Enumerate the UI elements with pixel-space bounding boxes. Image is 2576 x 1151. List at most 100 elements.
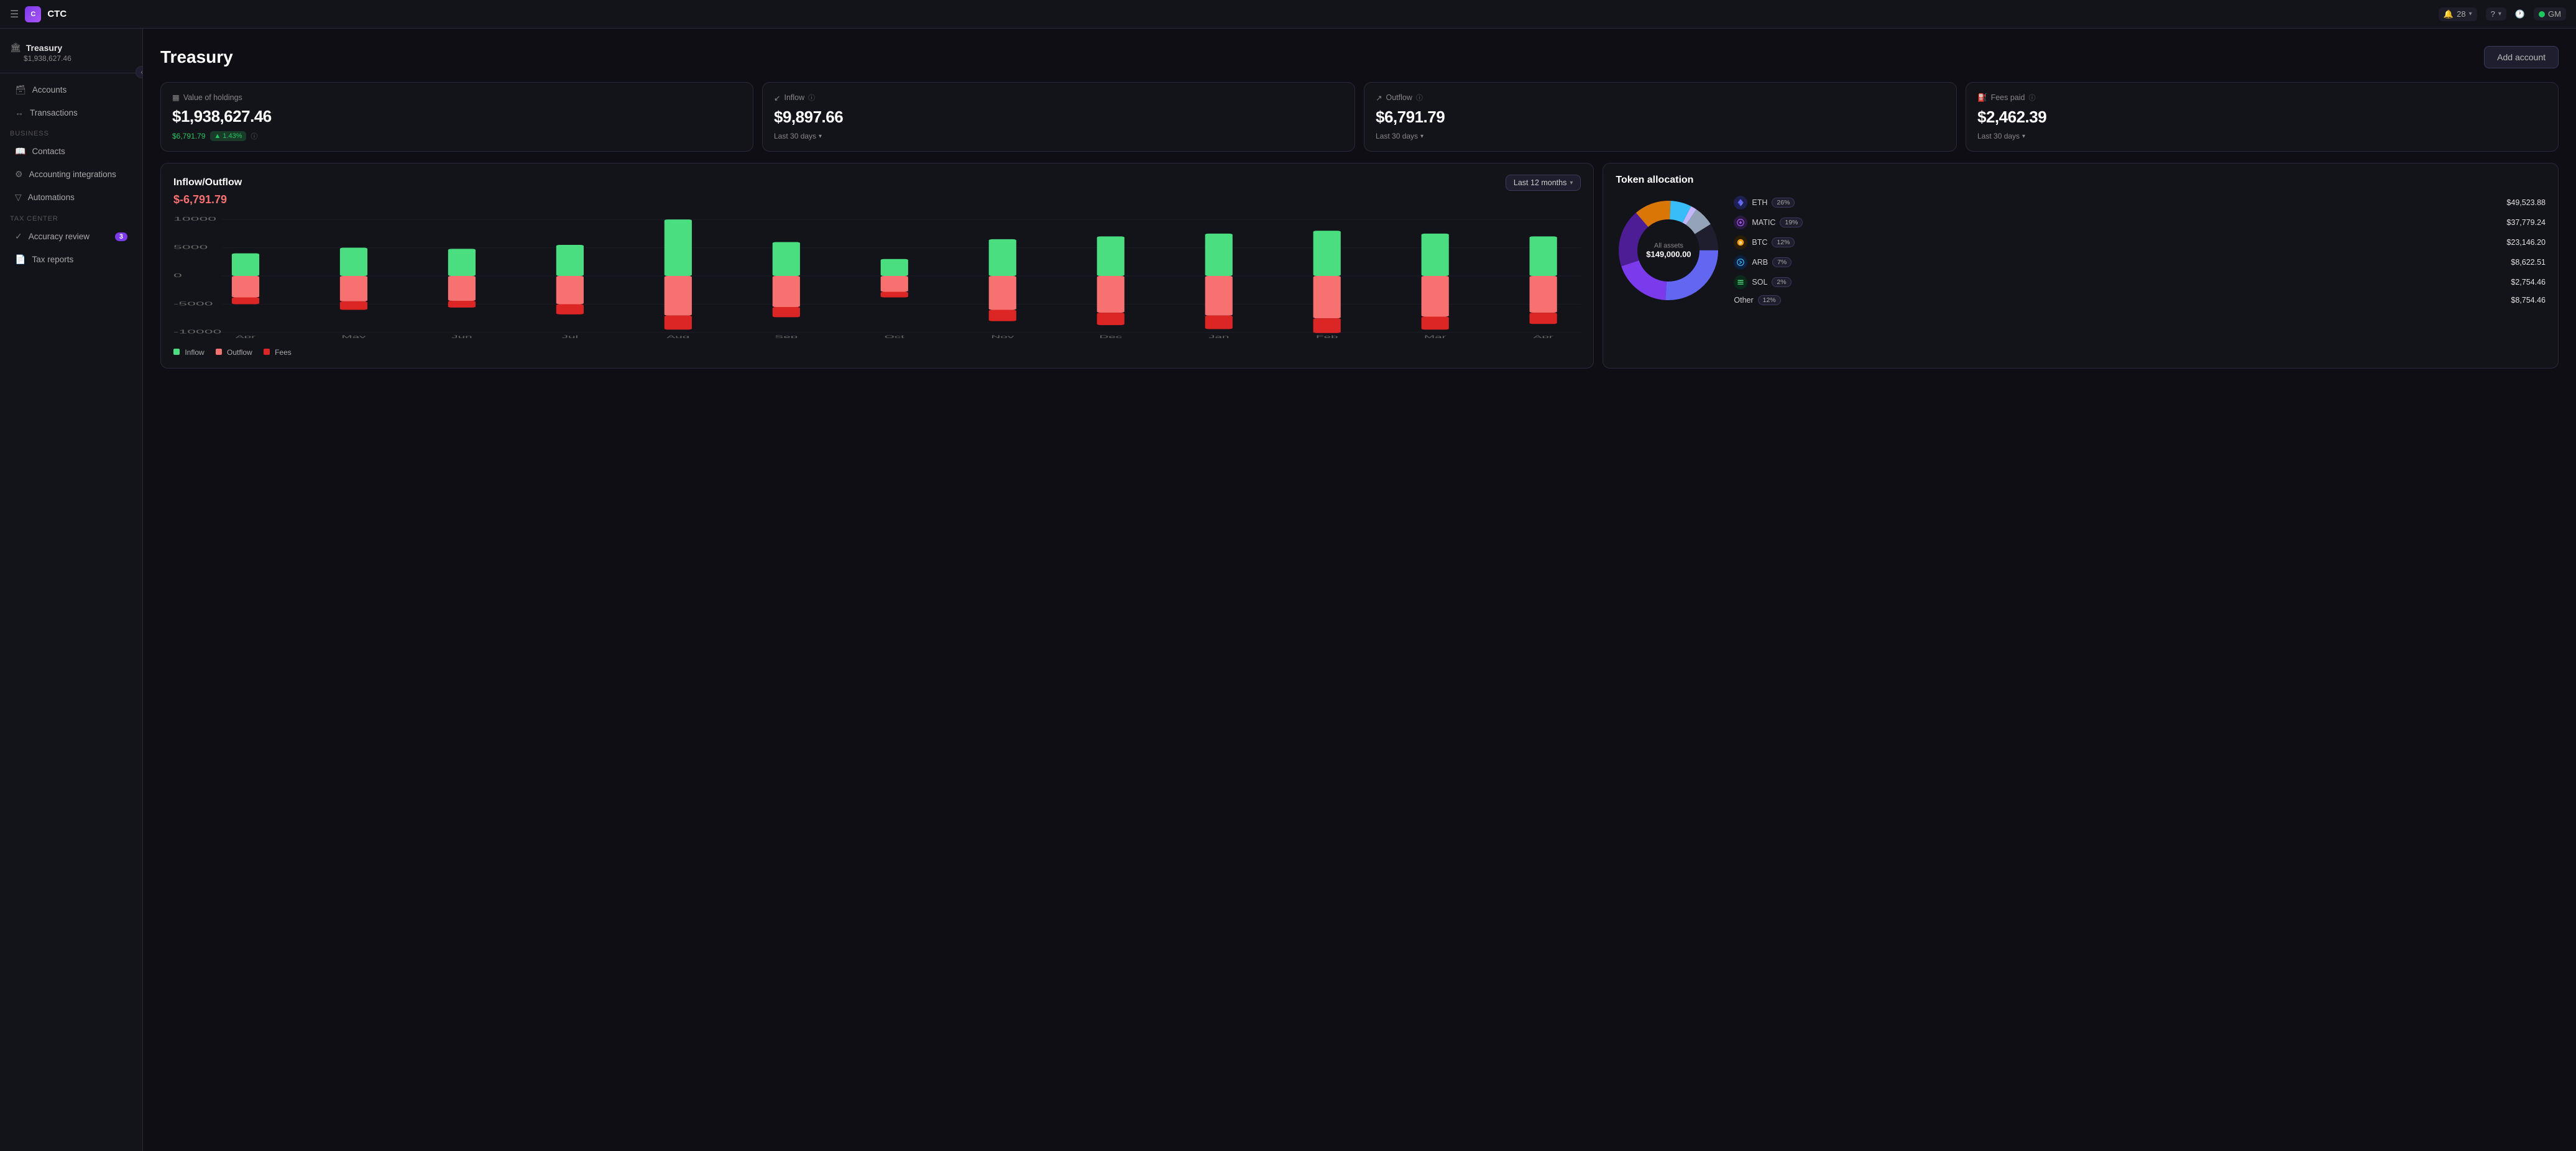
legend-inflow: Inflow: [173, 348, 205, 357]
fees-period[interactable]: Last 30 days ▾: [1977, 132, 2025, 140]
sidebar-collapse-btn[interactable]: ‹: [136, 66, 143, 78]
sidebar-item-automations[interactable]: ▽ Automations: [5, 186, 137, 208]
outflow-label: ↗ Outflow ⓘ: [1376, 93, 1945, 103]
other-value: $8,754.46: [2511, 296, 2546, 305]
outflow-value: $6,791.79: [1376, 108, 1945, 127]
arb-pct: 7%: [1772, 257, 1792, 267]
business-section-label: Business: [0, 124, 142, 140]
online-dot: [2539, 11, 2545, 17]
notification-pill[interactable]: 🔔 28 ▾: [2439, 7, 2477, 21]
treasury-header: 🏛 Treasury: [10, 42, 132, 53]
notification-chevron: ▾: [2469, 11, 2472, 17]
outflow-chevron: ▾: [1420, 133, 1424, 140]
accounting-icon: ⚙: [15, 169, 23, 180]
sol-pct: 2%: [1772, 277, 1791, 287]
eth-icon: [1734, 196, 1747, 209]
notification-icon: 🔔: [2444, 9, 2454, 19]
app-name: CTC: [47, 9, 67, 19]
fees-legend-dot: [264, 349, 270, 355]
stat-card-inflow: ↙ Inflow ⓘ $9,897.66 Last 30 days ▾: [762, 82, 1355, 152]
main-content: Treasury Add account ▦ Value of holdings…: [143, 29, 2576, 1151]
token-allocation-card: Token allocation: [1603, 163, 2559, 369]
stat-card-fees: ⛽ Fees paid ⓘ $2,462.39 Last 30 days ▾: [1966, 82, 2559, 152]
chart-title: Inflow/Outflow: [173, 177, 242, 188]
sol-name: SOL: [1752, 278, 1767, 287]
donut-wrap: All assets $149,000.00: [1616, 198, 1721, 303]
sidebar-treasury[interactable]: 🏛 Treasury $1,938,627.46: [0, 36, 142, 73]
inflow-legend-dot: [173, 349, 180, 355]
automations-label: Automations: [28, 193, 75, 202]
svg-text:Aug: Aug: [666, 334, 689, 338]
outflow-legend-dot: [216, 349, 222, 355]
svg-text:Dec: Dec: [1099, 334, 1122, 338]
inflow-sub: Last 30 days ▾: [774, 132, 1343, 140]
menu-icon[interactable]: ☰: [10, 8, 19, 21]
accuracy-badge: 3: [115, 232, 127, 241]
matic-name: MATIC: [1752, 218, 1775, 227]
tax-reports-label: Tax reports: [32, 255, 73, 264]
add-account-button[interactable]: Add account: [2484, 46, 2559, 68]
inflow-outflow-chart-card: Inflow/Outflow Last 12 months ▾ $-6,791.…: [160, 163, 1594, 369]
period-label: Last 12 months: [1514, 178, 1566, 187]
donut-layout: All assets $149,000.00 ETH: [1616, 196, 2546, 305]
stat-cards: ▦ Value of holdings $1,938,627.46 $6,791…: [160, 82, 2559, 152]
svg-text:-5000: -5000: [173, 301, 213, 306]
holdings-info-icon[interactable]: ⓘ: [251, 131, 258, 141]
sidebar-item-accuracy-review[interactable]: ✓ Accuracy review 3: [5, 226, 137, 247]
fees-value: $2,462.39: [1977, 108, 2547, 127]
fees-chevron: ▾: [2022, 133, 2025, 140]
fees-label: ⛽ Fees paid ⓘ: [1977, 93, 2547, 103]
donut-center-value: $149,000.00: [1646, 250, 1691, 259]
sidebar-item-accounts[interactable]: 🗃 Accounts: [5, 79, 137, 101]
outflow-info-icon[interactable]: ⓘ: [1416, 93, 1423, 103]
eth-name: ETH: [1752, 198, 1767, 207]
fees-sub: Last 30 days ▾: [1977, 132, 2547, 140]
fees-info-icon[interactable]: ⓘ: [2028, 93, 2035, 103]
inflow-value: $9,897.66: [774, 108, 1343, 127]
token-row-sol: SOL 2% $2,754.46: [1734, 275, 2546, 289]
sidebar-item-contacts[interactable]: 📖 Contacts: [5, 140, 137, 162]
inflow-info-icon[interactable]: ⓘ: [808, 93, 815, 103]
sidebar-item-accounting[interactable]: ⚙ Accounting integrations: [5, 163, 137, 185]
help-icon: ?: [2491, 9, 2495, 19]
stat-card-outflow: ↗ Outflow ⓘ $6,791.79 Last 30 days ▾: [1364, 82, 1957, 152]
contacts-icon: 📖: [15, 146, 25, 157]
contacts-label: Contacts: [32, 147, 65, 156]
holdings-icon: ▦: [172, 93, 180, 102]
matic-value: $37,779.24: [2506, 218, 2546, 227]
clock-icon[interactable]: 🕐: [2515, 9, 2525, 19]
user-initials: GM: [2548, 9, 2561, 19]
svg-text:₿: ₿: [1739, 241, 1742, 245]
topnav-right: 🔔 28 ▾ ? ▾ 🕐 GM: [2439, 7, 2566, 21]
btc-value: $23,146.20: [2506, 238, 2546, 247]
bottom-grid: Inflow/Outflow Last 12 months ▾ $-6,791.…: [160, 163, 2559, 369]
sidebar-item-tax-reports[interactable]: 📄 Tax reports: [5, 249, 137, 270]
period-selector[interactable]: Last 12 months ▾: [1506, 175, 1581, 191]
outflow-icon: ↗: [1376, 93, 1382, 103]
app-layout: 🏛 Treasury $1,938,627.46 🗃 Accounts ↔ Tr…: [0, 29, 2576, 1151]
accuracy-icon: ✓: [15, 231, 22, 242]
chart-header: Inflow/Outflow Last 12 months ▾: [173, 175, 1581, 191]
treasury-icon: 🏛: [10, 42, 21, 53]
accounts-icon: 🗃: [15, 85, 26, 95]
inflow-period[interactable]: Last 30 days ▾: [774, 132, 822, 140]
donut-center: All assets $149,000.00: [1646, 242, 1691, 259]
user-pill[interactable]: GM: [2534, 7, 2566, 21]
inflow-icon: ↙: [774, 93, 780, 103]
bar-chart-svg: 10000 5000 0 -5000 -10000: [173, 214, 1581, 338]
sidebar-item-transactions[interactable]: ↔ Transactions: [5, 102, 137, 123]
arb-icon: [1734, 255, 1747, 269]
svg-text:5000: 5000: [173, 244, 208, 250]
svg-text:Oct: Oct: [885, 334, 905, 338]
topnav: ☰ C CTC 🔔 28 ▾ ? ▾ 🕐 GM: [0, 0, 2576, 29]
donut-title: Token allocation: [1616, 175, 2546, 186]
outflow-sub: Last 30 days ▾: [1376, 132, 1945, 140]
svg-text:Jul: Jul: [562, 334, 578, 338]
outflow-period[interactable]: Last 30 days ▾: [1376, 132, 1424, 140]
svg-text:Apr: Apr: [236, 334, 255, 338]
help-chevron: ▾: [2498, 11, 2501, 17]
bar-chart-area: 10000 5000 0 -5000 -10000: [173, 214, 1581, 338]
main-header: Treasury Add account: [160, 46, 2559, 68]
other-pct: 12%: [1758, 295, 1781, 305]
help-pill[interactable]: ? ▾: [2486, 7, 2506, 21]
